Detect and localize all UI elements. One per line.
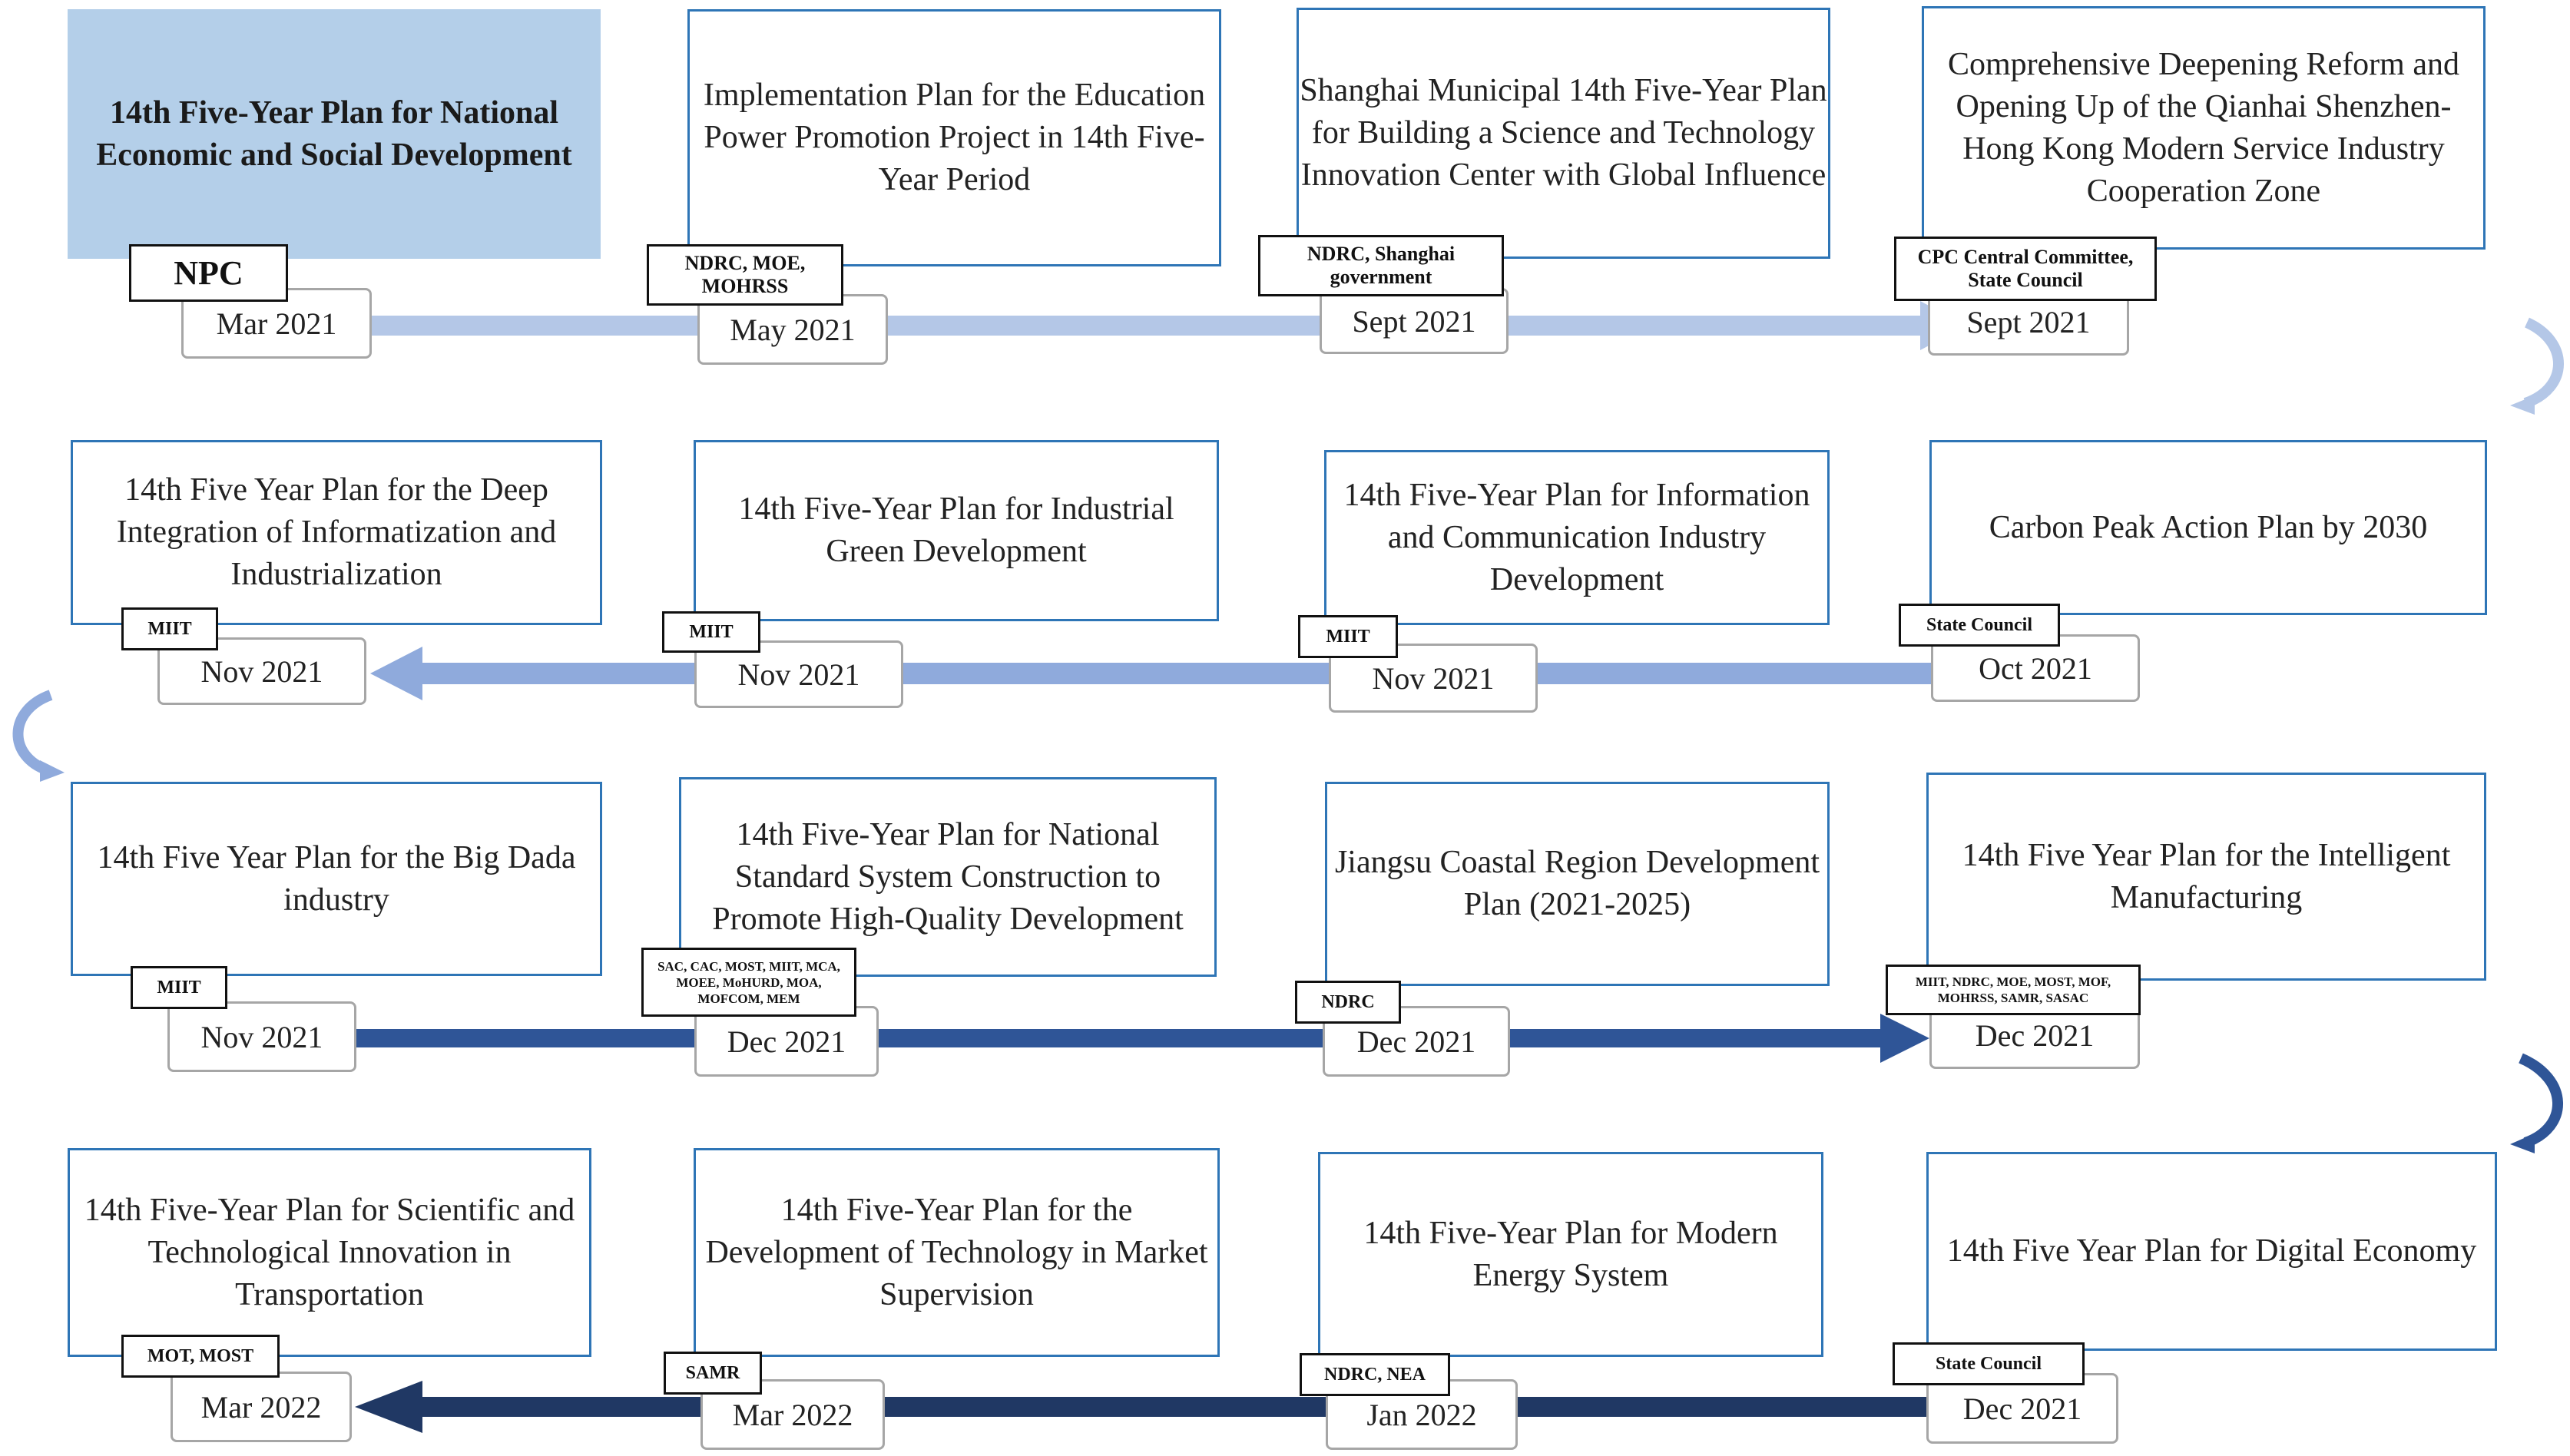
- authority-tag-r2-1: MIIT: [121, 607, 218, 650]
- authority-tag-r2-2: MIIT: [662, 611, 760, 653]
- plan-title: 14th Five-Year Plan for Scientific and T…: [84, 1192, 575, 1312]
- plan-title: 14th Five-Year Plan for National Standar…: [712, 816, 1184, 937]
- plan-title: 14th Five Year Plan for Digital Economy: [1946, 1233, 2477, 1269]
- plan-card-r4-1: 14th Five-Year Plan for Scientific and T…: [68, 1148, 591, 1357]
- authority-tag-r1-2: NDRC, MOE, MOHRSS: [647, 244, 843, 306]
- plan-card-r4-2: 14th Five-Year Plan for the Development …: [694, 1148, 1220, 1357]
- plan-title: 14th Five Year Plan for the Big Dada ind…: [97, 839, 576, 918]
- plan-card-r1-3: Shanghai Municipal 14th Five-Year Plan f…: [1297, 8, 1830, 259]
- plan-title: 14th Five-Year Plan for the Development …: [705, 1192, 1208, 1312]
- authority-tag-r4-2: SAMR: [664, 1352, 762, 1395]
- plan-card-r3-4: 14th Five Year Plan for the Intelligent …: [1926, 773, 2486, 981]
- plan-title: 14th Five-Year Plan for National Economi…: [96, 94, 572, 173]
- plan-card-r4-3: 14th Five-Year Plan for Modern Energy Sy…: [1318, 1152, 1823, 1357]
- authority-tag-r1-3: NDRC, Shanghai government: [1258, 235, 1504, 296]
- authority-tag-r4-1: MOT, MOST: [121, 1335, 280, 1378]
- plan-title: Comprehensive Deepening Reform and Openi…: [1948, 46, 2459, 209]
- plan-card-r2-1: 14th Five Year Plan for the Deep Integra…: [71, 440, 602, 625]
- authority-tag-r1-1: NPC: [129, 244, 288, 302]
- row-connector-right-1: [2523, 317, 2564, 409]
- timeline-arrowhead-row-4: [355, 1381, 422, 1433]
- authority-tag-r1-4: CPC Central Committee, State Council: [1894, 237, 2157, 301]
- plan-title: Carbon Peak Action Plan by 2030: [1989, 509, 2428, 545]
- authority-tag-r3-3: NDRC: [1295, 981, 1401, 1024]
- plan-card-r1-1: 14th Five-Year Plan for National Economi…: [68, 9, 601, 259]
- plan-card-r4-4: 14th Five Year Plan for Digital Economy: [1926, 1152, 2497, 1351]
- plan-title: Implementation Plan for the Education Po…: [703, 78, 1206, 197]
- plan-title: Shanghai Municipal 14th Five-Year Plan f…: [1300, 73, 1827, 193]
- plan-title: 14th Five Year Plan for the Deep Integra…: [116, 472, 557, 592]
- plan-title: 14th Five-Year Plan for Industrial Green…: [738, 491, 1174, 569]
- row-connector-left-2: [12, 690, 53, 776]
- timeline-bar-row-1: [361, 316, 1928, 336]
- plan-title: 14th Five-Year Plan for Modern Energy Sy…: [1363, 1215, 1778, 1293]
- authority-tag-r3-4: MIIT, NDRC, MOE, MOST, MOF, MOHRSS, SAMR…: [1886, 965, 2141, 1015]
- plan-card-r2-2: 14th Five-Year Plan for Industrial Green…: [694, 440, 1219, 621]
- authority-tag-r3-2: SAC, CAC, MOST, MIIT, MCA, MOEE, MoHURD,…: [641, 948, 856, 1017]
- row-connector-right-3: [2519, 1053, 2563, 1148]
- plan-card-r2-4: Carbon Peak Action Plan by 2030: [1929, 440, 2487, 615]
- date-label-r1-3: Sept 2021: [1320, 288, 1509, 354]
- plan-title: Jiangsu Coastal Region Development Plan …: [1334, 845, 1820, 922]
- plan-card-r2-3: 14th Five-Year Plan for Information and …: [1324, 450, 1830, 625]
- authority-tag-r2-3: MIIT: [1298, 615, 1398, 658]
- plan-card-r1-4: Comprehensive Deepening Reform and Openi…: [1922, 6, 2486, 250]
- plan-card-r3-3: Jiangsu Coastal Region Development Plan …: [1325, 782, 1830, 986]
- timeline-arrowhead-row-2: [370, 647, 422, 700]
- authority-tag-r3-1: MIIT: [131, 966, 227, 1009]
- authority-tag-r4-4: State Council: [1893, 1342, 2085, 1385]
- plan-card-r3-2: 14th Five-Year Plan for National Standar…: [679, 777, 1217, 977]
- authority-tag-r2-4: State Council: [1899, 604, 2060, 647]
- timeline-bar-row-4: [415, 1397, 1966, 1417]
- plan-card-r1-2: Implementation Plan for the Education Po…: [687, 9, 1221, 266]
- row-connector-right-3-head: [2510, 1133, 2535, 1153]
- plan-title: 14th Five-Year Plan for Information and …: [1343, 477, 1810, 597]
- date-label-r3-1: Nov 2021: [167, 1001, 356, 1072]
- timeline-arrowhead-row-3: [1880, 1014, 1929, 1063]
- row-connector-right-1-head: [2510, 395, 2535, 415]
- authority-tag-r4-3: NDRC, NEA: [1300, 1353, 1450, 1396]
- timeline-bar-row-3: [353, 1029, 1889, 1047]
- date-label-r4-1: Mar 2022: [171, 1372, 352, 1442]
- row-connector-left-2-head: [40, 760, 65, 782]
- timeline-bar-row-2: [415, 663, 1951, 684]
- plan-title: 14th Five Year Plan for the Intelligent …: [1962, 837, 2451, 915]
- plan-card-r3-1: 14th Five Year Plan for the Big Dada ind…: [71, 782, 602, 976]
